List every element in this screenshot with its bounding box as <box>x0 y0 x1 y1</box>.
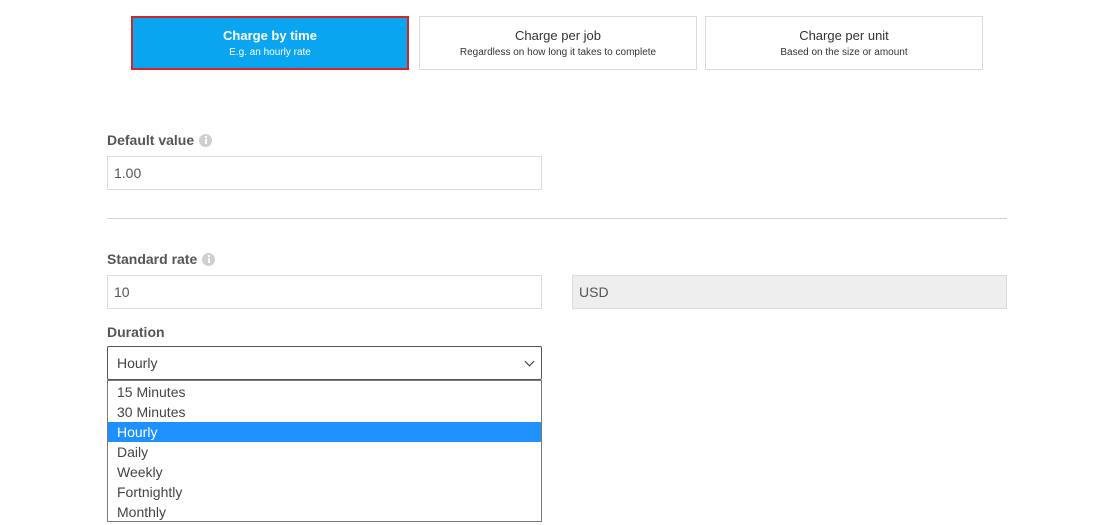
charge-per-job-option[interactable]: Charge per job Regardless on how long it… <box>419 16 697 70</box>
info-icon[interactable] <box>199 133 213 147</box>
dropdown-option[interactable]: 15 Minutes <box>108 382 541 402</box>
chevron-down-icon <box>524 356 535 367</box>
charge-per-unit-option[interactable]: Charge per unit Based on the size or amo… <box>705 16 983 70</box>
standard-rate-input[interactable]: 10 <box>107 275 542 309</box>
dropdown-option[interactable]: Daily <box>108 442 541 462</box>
standard-rate-label-row: Standard rate <box>107 251 216 267</box>
dropdown-option[interactable]: Monthly <box>108 502 541 522</box>
dropdown-option[interactable]: Weekly <box>108 462 541 482</box>
duration-label-row: Duration <box>107 324 165 340</box>
charge-option-subtitle: Based on the size or amount <box>780 46 908 58</box>
duration-dropdown-list: 15 Minutes 30 Minutes Hourly Daily Weekl… <box>107 380 542 522</box>
charge-option-title: Charge per unit <box>799 27 889 43</box>
charge-option-title: Charge by time <box>223 27 317 43</box>
section-divider <box>107 218 1007 219</box>
charge-option-title: Charge per job <box>515 27 601 43</box>
default-value-label-row: Default value <box>107 132 213 148</box>
dropdown-option[interactable]: 30 Minutes <box>108 402 541 422</box>
default-value-input[interactable]: 1.00 <box>107 156 542 190</box>
charge-option-subtitle: Regardless on how long it takes to compl… <box>459 46 657 58</box>
dropdown-option[interactable]: Fortnightly <box>108 482 541 502</box>
currency-field: USD <box>572 275 1007 309</box>
default-value-text: 1.00 <box>114 165 142 181</box>
charge-by-time-option[interactable]: Charge by time E.g. an hourly rate <box>131 16 409 70</box>
standard-rate-label: Standard rate <box>107 251 198 267</box>
duration-selected-value: Hourly <box>117 355 158 371</box>
dropdown-option-selected[interactable]: Hourly <box>108 422 541 442</box>
info-icon[interactable] <box>202 252 216 266</box>
standard-rate-text: 10 <box>114 284 130 300</box>
duration-label: Duration <box>107 324 165 340</box>
duration-select[interactable]: Hourly <box>107 346 542 380</box>
charge-option-subtitle: E.g. an hourly rate <box>229 46 311 58</box>
default-value-label: Default value <box>107 132 195 148</box>
currency-text: USD <box>579 284 609 300</box>
